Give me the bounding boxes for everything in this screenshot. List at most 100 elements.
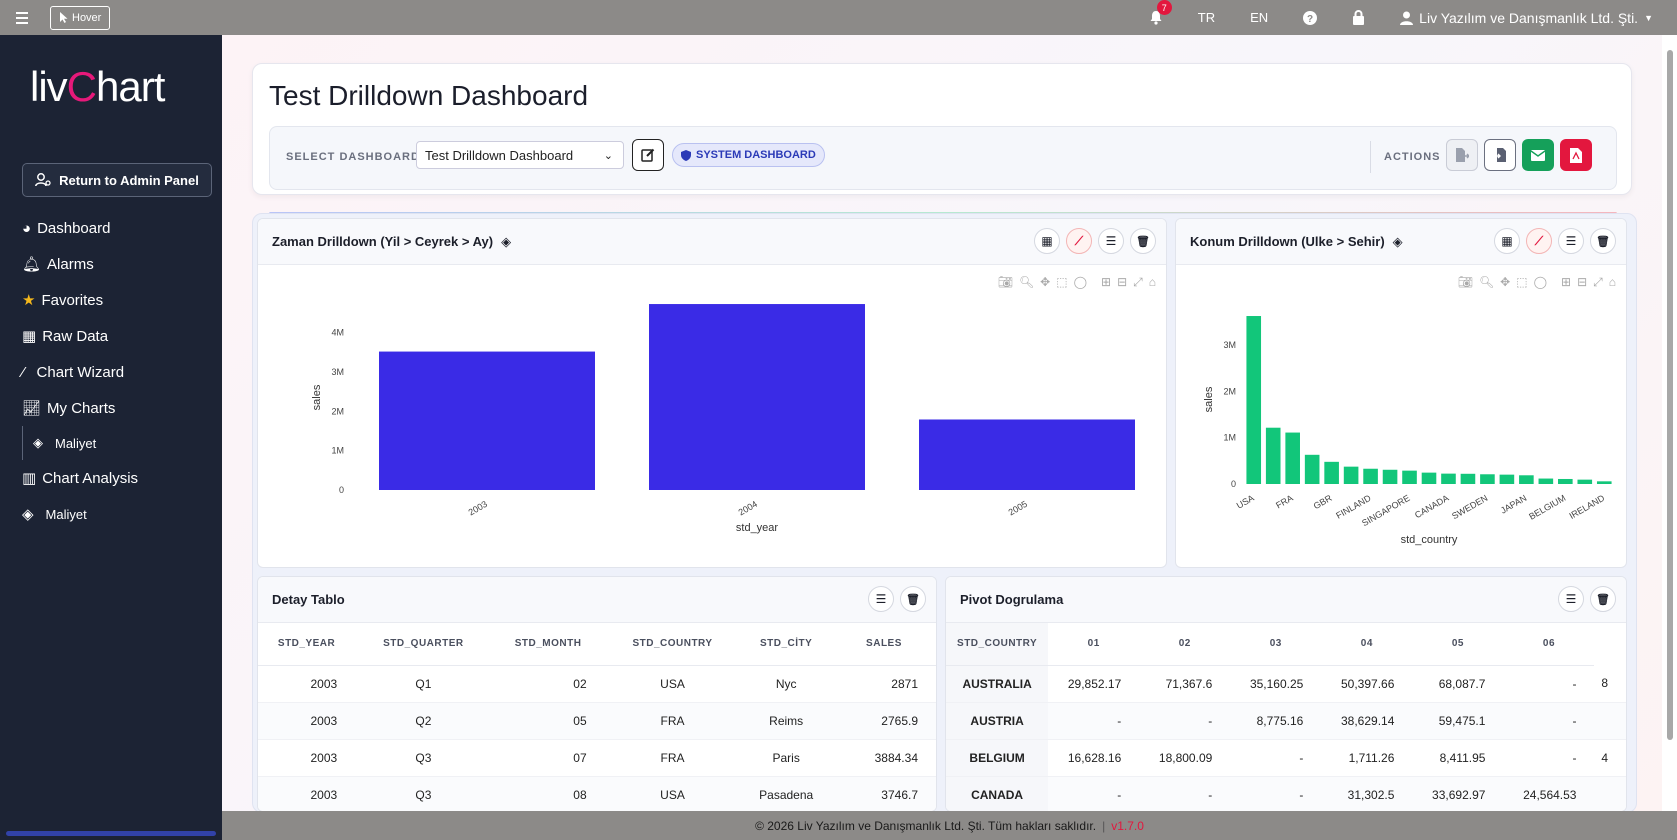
sidebar-scrollbar[interactable]: [6, 831, 216, 836]
sidebar-item-my-charts[interactable]: 📈︎ My Charts: [22, 390, 212, 426]
hover-toggle-button[interactable]: Hover: [50, 5, 111, 30]
sidebar-item-raw-data[interactable]: ▦ Raw Data: [22, 318, 212, 354]
system-dashboard-badge: SYSTEM DASHBOARD: [672, 143, 825, 167]
delete-button[interactable]: 🗑︎: [1590, 586, 1616, 612]
table-cell: -: [1230, 776, 1322, 811]
delete-button[interactable]: 🗑︎: [900, 586, 926, 612]
table-row[interactable]: 2003 Q3 07 FRA Paris 3884.34: [258, 739, 936, 777]
table-cell: 31,302.5: [1321, 776, 1413, 811]
chart-view-button[interactable]: ⟋: [1526, 228, 1552, 254]
y-tick-label: 2M: [331, 406, 344, 416]
column-header[interactable]: STD_YEAR: [258, 623, 356, 666]
sidebar-item-favorites[interactable]: ★ Favorites: [22, 282, 212, 318]
sidebar-item-chart-analysis[interactable]: ▥ Chart Analysis: [22, 460, 212, 496]
column-header[interactable]: 02: [1139, 623, 1231, 666]
location-bar-chart[interactable]: 01M2M3MUSA FRA GBR FINLANDSINGAPORE CANADA SW…: [1176, 265, 1626, 565]
column-header[interactable]: 06: [1503, 623, 1595, 666]
x-axis-label: std_year: [736, 522, 779, 534]
bell-icon: 🔔︎: [22, 256, 42, 273]
export-button[interactable]: [1446, 139, 1478, 171]
settings-button[interactable]: ☰: [1098, 228, 1124, 254]
lang-en-button[interactable]: EN: [1250, 10, 1268, 25]
edit-dashboard-button[interactable]: [632, 139, 664, 171]
sidebar-item-chart-wizard[interactable]: ⁄ Chart Wizard: [22, 354, 212, 390]
delete-button[interactable]: 🗑︎: [1590, 228, 1616, 254]
logo[interactable]: livChart: [30, 63, 165, 111]
return-admin-button[interactable]: Return to Admin Panel: [22, 163, 212, 197]
lock-icon[interactable]: [1352, 10, 1365, 25]
column-header[interactable]: 03: [1230, 623, 1322, 666]
column-header[interactable]: STD_COUNTRY: [946, 623, 1049, 666]
pdf-button[interactable]: [1560, 139, 1592, 171]
help-icon[interactable]: ?: [1303, 10, 1318, 25]
copyright-text: © 2026 Liv Yazılım ve Danışmanlık Ltd. Ş…: [755, 818, 1097, 833]
table-row[interactable]: CANADA - - -31,302.5 33,692.97 24,564.53: [946, 776, 1626, 811]
column-header[interactable]: 05: [1412, 623, 1504, 666]
card-header: Pivot Dogrulama ☰ 🗑︎: [946, 577, 1626, 623]
shield-icon: [681, 149, 691, 161]
chevron-down-icon: ⌄: [603, 150, 613, 162]
sidebar-item-alarms[interactable]: 🔔︎ Alarms: [22, 246, 212, 282]
column-header[interactable]: SALES: [831, 623, 936, 666]
table-cell: Q3: [355, 776, 492, 811]
table-cell: Nyc: [740, 665, 832, 703]
card-title: Detay Tablo: [272, 592, 345, 607]
table-row[interactable]: BELGIUM 16,628.16 18,800.09-1,711.26 8,411.…: [946, 739, 1626, 777]
column-header[interactable]: STD_MONTH: [491, 623, 605, 666]
return-admin-label: Return to Admin Panel: [59, 172, 199, 188]
settings-button[interactable]: ☰: [1558, 586, 1584, 612]
bar: [1402, 470, 1417, 484]
email-button[interactable]: [1522, 139, 1554, 171]
location-drilldown-card: Konum Drilldown (Ulke > Sehir) ◈ ▦ ⟋ ☰ 🗑…: [1175, 218, 1627, 568]
delete-button[interactable]: 🗑︎: [1130, 228, 1156, 254]
table-row[interactable]: 2003 Q3 08 USA Pasadena 3746.7: [258, 776, 936, 811]
import-button[interactable]: [1484, 139, 1516, 171]
pivot-table-card: Pivot Dogrulama ☰ 🗑︎ STD_COUNTRY 01 02 03 04…: [945, 576, 1627, 812]
table-icon: ▦: [1041, 234, 1053, 248]
notifications-button[interactable]: 7: [1149, 0, 1172, 25]
y-tick-label: 0: [339, 485, 344, 495]
sidebar-item-maliyet[interactable]: ◈ Maliyet: [22, 426, 212, 460]
y-tick-label: 1M: [1223, 433, 1236, 443]
widgets-area: Zaman Drilldown (Yil > Ceyrek > Ay) ◈ ▦ …: [252, 213, 1637, 813]
layers-icon[interactable]: ◈: [1393, 234, 1403, 250]
table-view-button[interactable]: ▦: [1034, 228, 1060, 254]
x-tick-label: CANADA: [1413, 493, 1450, 520]
table-cell: USA: [604, 665, 741, 703]
line-chart-icon: ⟋: [1534, 233, 1544, 248]
settings-button[interactable]: ☰: [868, 586, 894, 612]
settings-button[interactable]: ☰: [1558, 228, 1584, 254]
user-menu[interactable]: Liv Yazılım ve Danışmanlık Ltd. Şti. ▼: [1400, 10, 1653, 26]
bar: [1246, 316, 1262, 484]
table-cell: FRA: [604, 702, 741, 740]
dashboard-select[interactable]: Test Drilldown Dashboard ⌄: [416, 141, 624, 169]
x-tick-label: IRELAND: [1567, 493, 1606, 521]
table-row[interactable]: 2003 Q2 05 FRA Reims 2765.9: [258, 702, 936, 740]
column-header[interactable]: 04: [1321, 623, 1413, 666]
hamburger-menu-icon[interactable]: [12, 8, 32, 28]
table-icon: ▦: [1501, 234, 1513, 248]
table-row[interactable]: AUSTRIA - -8,775.16 38,629.14 59,475.1-: [946, 702, 1626, 740]
table-row[interactable]: AUSTRALIA 29,852.17 71,367.6 35,160.25 50,39…: [946, 665, 1626, 703]
chart-view-button[interactable]: ⟋: [1066, 228, 1092, 254]
table-cell: 05: [491, 702, 605, 740]
column-header[interactable]: 01: [1048, 623, 1140, 666]
page-scrollbar[interactable]: [1665, 40, 1675, 800]
table-cell: 68,087.7: [1412, 665, 1504, 703]
column-header[interactable]: STD_QUARTER: [355, 623, 492, 666]
sidebar-item-dashboard[interactable]: ◕ Dashboard: [22, 210, 212, 246]
column-header[interactable]: STD_COUNTRY: [604, 623, 741, 666]
scrollbar-thumb[interactable]: [1667, 50, 1673, 740]
sidebar-item-maliyet-2[interactable]: ◈ Maliyet: [22, 496, 212, 532]
table-cell: USA: [604, 776, 741, 811]
table-cell: Pasadena: [740, 776, 832, 811]
envelope-icon: [1531, 149, 1545, 161]
table-row[interactable]: 2003 Q1 02 USA Nyc 2871: [258, 665, 936, 703]
table-cell: BELGIUM: [946, 739, 1049, 777]
lang-tr-button[interactable]: TR: [1198, 10, 1215, 25]
table-view-button[interactable]: ▦: [1494, 228, 1520, 254]
table-cell: 02: [491, 665, 605, 703]
time-bar-chart[interactable]: 0 1M 2M 3M 4M 2003 2004 2005 std_year sales: [258, 265, 1166, 565]
column-header[interactable]: STD_CİTY: [740, 623, 832, 666]
layers-icon[interactable]: ◈: [501, 234, 511, 250]
